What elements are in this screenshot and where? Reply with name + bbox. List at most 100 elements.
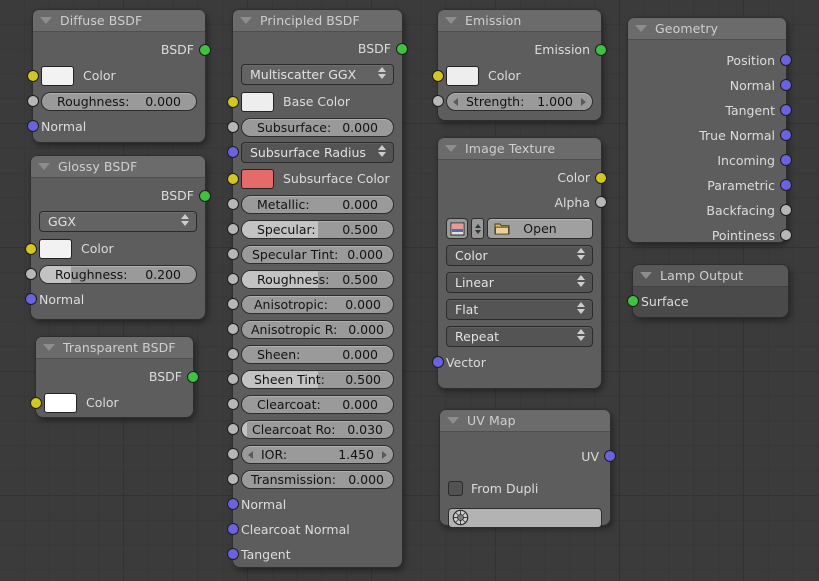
slider-roughness[interactable]: Roughness: 0.200	[39, 265, 197, 284]
node-header[interactable]: UV Map	[440, 410, 610, 432]
checkbox-from-dupli[interactable]	[448, 481, 463, 496]
socket-clearcoat-roughness-input[interactable]	[227, 423, 239, 435]
number-field-ior[interactable]: IOR: 1.450	[241, 445, 394, 464]
socket-backfacing-output[interactable]	[780, 204, 792, 216]
node-header[interactable]: Lamp Output	[633, 265, 788, 287]
socket-color-input[interactable]	[432, 70, 444, 82]
socket-pointiness-output[interactable]	[780, 229, 792, 241]
collapse-triangle-icon[interactable]	[635, 25, 647, 32]
node-transparent-bsdf[interactable]: Transparent BSDF BSDF Color	[30, 337, 199, 417]
collapse-triangle-icon[interactable]	[447, 417, 459, 424]
socket-true-normal-output[interactable]	[780, 129, 792, 141]
socket-vector-input[interactable]	[432, 356, 444, 368]
node-header[interactable]: Principled BSDF	[233, 10, 402, 32]
socket-incoming-output[interactable]	[780, 154, 792, 166]
slider-specular[interactable]: Specular: 0.500	[241, 220, 394, 239]
node-header[interactable]: Transparent BSDF	[36, 337, 193, 359]
socket-subsurface-color-input[interactable]	[227, 173, 239, 185]
node-header[interactable]: Glossy BSDF	[31, 156, 205, 178]
socket-specular-input[interactable]	[227, 223, 239, 235]
socket-transmission-input[interactable]	[227, 473, 239, 485]
slider-subsurface[interactable]: Subsurface: 0.000	[241, 118, 394, 137]
node-header[interactable]: Image Texture	[438, 138, 601, 160]
collapse-triangle-icon[interactable]	[640, 272, 652, 279]
socket-roughness-input[interactable]	[25, 268, 37, 280]
dropdown-color-space[interactable]: Color	[446, 245, 593, 266]
slider-roughness[interactable]: Roughness: 0.000	[41, 92, 197, 111]
socket-sheen-tint-input[interactable]	[227, 373, 239, 385]
socket-color-input[interactable]	[25, 243, 37, 255]
socket-color-input[interactable]	[27, 70, 39, 82]
socket-anisotropic-rotation-input[interactable]	[227, 323, 239, 335]
dropdown-projection[interactable]: Flat	[446, 299, 593, 320]
open-image-button[interactable]: Open	[487, 218, 593, 239]
node-diffuse-bsdf[interactable]: Diffuse BSDF BSDF Color Roughness: 0.000…	[27, 10, 211, 142]
socket-anisotropic-input[interactable]	[227, 298, 239, 310]
node-glossy-bsdf[interactable]: Glossy BSDF BSDF GGX Color Roughness: 0.…	[25, 156, 211, 319]
socket-surface-input[interactable]	[627, 295, 639, 307]
socket-alpha-output[interactable]	[595, 196, 607, 208]
dropdown-distribution[interactable]: Multiscatter GGX	[241, 64, 394, 85]
node-uv-map[interactable]: UV Map UV From Dupli	[440, 410, 616, 528]
collapse-triangle-icon[interactable]	[38, 163, 50, 170]
socket-tangent-input[interactable]	[227, 548, 239, 560]
slider-anisotropic-rotation[interactable]: Anisotropic R: 0.000	[241, 320, 394, 339]
socket-subsurface-radius-input[interactable]	[227, 146, 239, 158]
slider-metallic[interactable]: Metallic: 0.000	[241, 195, 394, 214]
slider-specular-tint[interactable]: Specular Tint: 0.000	[241, 245, 394, 264]
collapse-triangle-icon[interactable]	[40, 17, 52, 24]
socket-roughness-input[interactable]	[27, 95, 39, 107]
socket-bsdf-output[interactable]	[199, 44, 211, 56]
collapse-triangle-icon[interactable]	[445, 17, 457, 24]
dropdown-subsurface-radius[interactable]: Subsurface Radius	[241, 142, 394, 163]
dropdown-extension[interactable]: Repeat	[446, 326, 593, 347]
node-emission[interactable]: Emission Emission Color Strength: 1.000	[432, 10, 607, 120]
slider-transmission[interactable]: Transmission: 0.000	[241, 470, 394, 489]
number-field-strength[interactable]: Strength: 1.000	[446, 92, 593, 111]
slider-roughness[interactable]: Roughness: 0.500	[241, 270, 394, 289]
socket-emission-output[interactable]	[595, 44, 607, 56]
node-principled-bsdf[interactable]: Principled BSDF BSDF Multiscatter GGX Ba…	[227, 10, 408, 567]
socket-color-output[interactable]	[595, 172, 607, 184]
slider-clearcoat[interactable]: Clearcoat: 0.000	[241, 395, 394, 414]
socket-base-color-input[interactable]	[227, 96, 239, 108]
collapse-triangle-icon[interactable]	[43, 344, 55, 351]
dropdown-interpolation[interactable]: Linear	[446, 272, 593, 293]
color-swatch[interactable]	[39, 238, 72, 259]
collapse-triangle-icon[interactable]	[240, 17, 252, 24]
slider-sheen[interactable]: Sheen: 0.000	[241, 345, 394, 364]
dropdown-distribution[interactable]: GGX	[39, 211, 197, 232]
socket-specular-tint-input[interactable]	[227, 248, 239, 260]
subsurface-color-swatch[interactable]	[241, 168, 274, 189]
socket-bsdf-output[interactable]	[199, 190, 211, 202]
slider-sheen-tint[interactable]: Sheen Tint: 0.500	[241, 370, 394, 389]
socket-uv-output[interactable]	[604, 450, 616, 462]
socket-normal-input[interactable]	[25, 293, 37, 305]
socket-normal-input[interactable]	[227, 498, 239, 510]
socket-position-output[interactable]	[780, 54, 792, 66]
from-dupli-row[interactable]: From Dupli	[448, 475, 602, 502]
collapse-triangle-icon[interactable]	[445, 145, 457, 152]
node-header[interactable]: Diffuse BSDF	[33, 10, 205, 32]
slider-clearcoat-roughness[interactable]: Clearcoat Ro: 0.030	[241, 420, 394, 439]
socket-color-input[interactable]	[30, 397, 42, 409]
color-swatch[interactable]	[44, 392, 77, 413]
node-header[interactable]: Emission	[438, 10, 601, 32]
node-lamp-output[interactable]: Lamp Output Surface	[627, 265, 788, 317]
color-swatch[interactable]	[446, 65, 479, 86]
node-header[interactable]: Geometry	[628, 18, 786, 40]
image-browse-stepper[interactable]	[471, 218, 484, 239]
socket-bsdf-output[interactable]	[396, 43, 408, 55]
socket-clearcoat-normal-input[interactable]	[227, 523, 239, 535]
socket-tangent-output[interactable]	[780, 104, 792, 116]
socket-normal-output[interactable]	[780, 79, 792, 91]
uv-map-field[interactable]	[448, 507, 602, 528]
slider-anisotropic[interactable]: Anisotropic: 0.000	[241, 295, 394, 314]
socket-metallic-input[interactable]	[227, 198, 239, 210]
color-swatch[interactable]	[41, 65, 74, 86]
socket-ior-input[interactable]	[227, 448, 239, 460]
socket-subsurface-input[interactable]	[227, 121, 239, 133]
socket-bsdf-output[interactable]	[187, 371, 199, 383]
socket-strength-input[interactable]	[432, 95, 444, 107]
image-thumbnail-icon[interactable]	[446, 218, 468, 239]
